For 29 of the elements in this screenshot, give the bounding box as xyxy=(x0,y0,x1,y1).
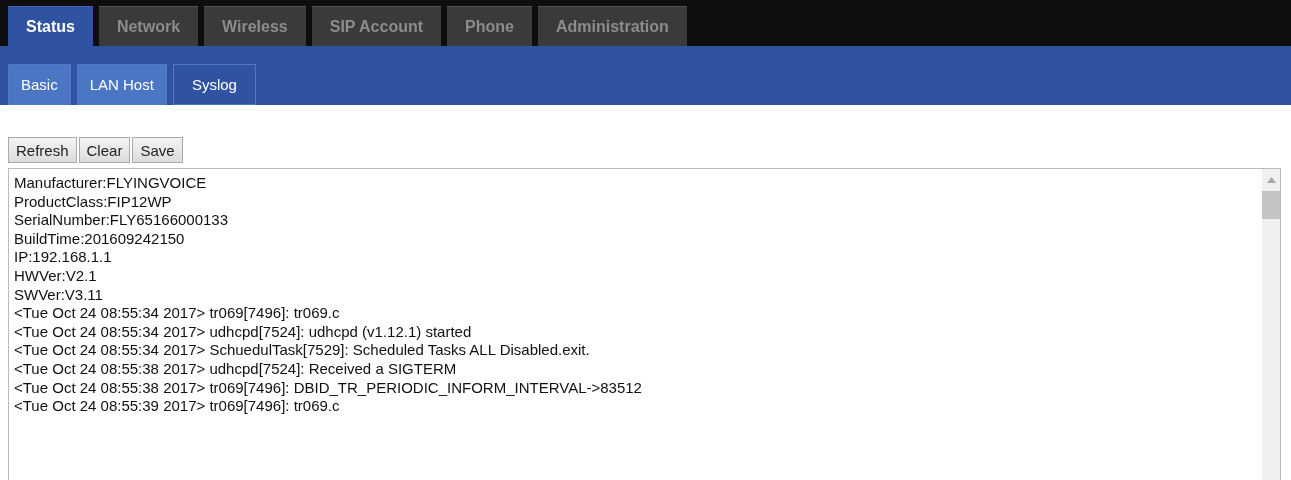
syslog-text-area[interactable] xyxy=(8,168,1281,480)
log-line: <Tue Oct 24 08:55:34 2017> tr069[7496]: tr069.c xyxy=(14,304,341,323)
log-line: <Tue Oct 24 08:55:34 2017> udhcpd[7524]: udhcpd (v1.12.1) started xyxy=(14,322,473,342)
log-line: SWVer:V3.11 xyxy=(14,285,104,305)
sub-tab[interactable]: LAN Host xyxy=(76,64,167,105)
nav-tab[interactable]: Administration xyxy=(537,6,687,46)
log-line: <Tue Oct 24 08:55:34 2017> SchuedulTask[7529]: Scheduled Tasks ALL Disabled.exit. xyxy=(14,341,591,360)
nav-tab[interactable]: Status xyxy=(8,6,93,46)
action-button[interactable]: Save xyxy=(132,137,183,163)
log-line: HWVer:V2.1 xyxy=(14,266,98,286)
log-line: SerialNumber:FLY65166000133 xyxy=(14,211,230,230)
log-line: IP:192.168.1.1 xyxy=(14,248,113,267)
scroll-up-arrow-icon[interactable] xyxy=(1266,177,1276,183)
log-line: BuildTime:201609242150 xyxy=(14,229,186,249)
log-line: ProductClass:FIP12WP xyxy=(14,192,173,212)
nav-tab[interactable]: Phone xyxy=(447,6,532,46)
log-line: <Tue Oct 24 08:55:38 2017> udhcpd[7524]: Received a SIGTERM xyxy=(14,359,458,379)
action-button[interactable]: Clear xyxy=(78,137,131,163)
log-line: Manufacturer:FLYINGVOICE xyxy=(14,174,208,193)
sub-tab[interactable]: Basic xyxy=(8,64,71,105)
nav-tab[interactable]: Network xyxy=(98,6,199,46)
sub-tab[interactable]: Syslog xyxy=(172,64,256,105)
log-line: <Tue Oct 24 08:55:39 2017> tr069[7496]: tr069.c xyxy=(14,397,341,416)
scrollbar-thumb[interactable] xyxy=(1262,191,1280,219)
nav-tab[interactable]: Wireless xyxy=(204,6,306,46)
log-line: <Tue Oct 24 08:55:38 2017> tr069[7496]: DBID_TR_PERIODIC_INFORM_INTERVAL->83512 xyxy=(14,378,643,398)
action-button[interactable]: Refresh xyxy=(8,137,77,163)
nav-tab[interactable]: SIP Account xyxy=(311,6,442,46)
scrollbar[interactable] xyxy=(1262,169,1280,480)
